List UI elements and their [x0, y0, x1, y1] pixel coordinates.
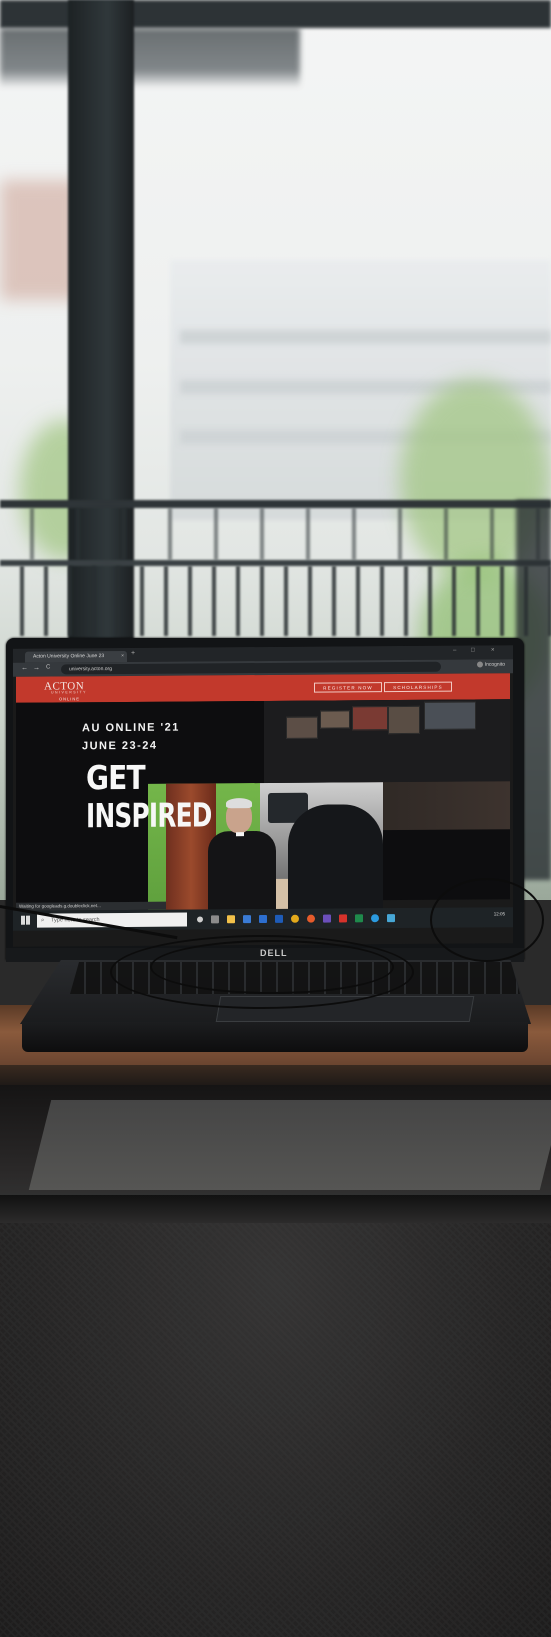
tab-title: Acton University Online June 23: [33, 653, 105, 660]
back-icon[interactable]: ←: [21, 665, 28, 672]
app-icon[interactable]: [387, 914, 395, 923]
hero-tagline-get: GET: [86, 757, 145, 798]
hero-dates: JUNE 23-24: [82, 739, 158, 753]
tab-close-icon[interactable]: ×: [121, 651, 124, 662]
store-icon[interactable]: [243, 915, 251, 924]
chrome-icon[interactable]: [291, 914, 299, 923]
photo-scene: Acton University Online June 23 × + – □ …: [0, 0, 551, 1637]
word-icon[interactable]: [259, 914, 267, 924]
hero-section: AU ONLINE '21 JUNE 23-24 GET INSPIRED: [16, 699, 510, 920]
carpet-texture: [0, 1195, 551, 1637]
camera-operator: [288, 804, 383, 919]
video-collage: [264, 699, 510, 783]
power-cable-loop: [430, 878, 544, 962]
reload-icon[interactable]: C: [46, 664, 50, 670]
collage-thumbnail: [388, 705, 420, 735]
laptop-front-edge: [22, 1022, 528, 1052]
new-tab-icon[interactable]: +: [131, 650, 135, 657]
clerical-collar: [236, 832, 244, 837]
scholarships-label: SCHOLARSHIPS: [393, 684, 443, 691]
cortana-icon[interactable]: [197, 916, 203, 923]
address-text: university.acton.org: [69, 666, 112, 673]
acton-logo-online: ONLINE: [59, 696, 80, 702]
collage-thumbnail: [424, 701, 476, 730]
address-bar[interactable]: university.acton.org: [61, 661, 441, 675]
floor-strip: [28, 1100, 551, 1190]
acton-logo-subtitle: UNIVERSITY: [51, 690, 88, 695]
register-now-button[interactable]: REGISTER NOW: [314, 682, 382, 693]
browser-tab[interactable]: Acton University Online June 23 ×: [25, 650, 127, 663]
firefox-icon[interactable]: [307, 914, 315, 923]
building-window-band: [180, 330, 551, 344]
carpet-edge: [0, 1195, 551, 1223]
maximize-icon[interactable]: □: [471, 648, 475, 654]
hero-headline: AU ONLINE '21: [82, 721, 180, 735]
search-icon: ⌕: [41, 917, 45, 924]
hero-tagline-inspired: INSPIRED: [86, 795, 212, 836]
scholarships-button[interactable]: SCHOLARSHIPS: [384, 681, 452, 693]
minimize-icon[interactable]: –: [453, 648, 456, 654]
close-window-icon[interactable]: ×: [491, 647, 495, 653]
table-edge: [0, 1065, 551, 1085]
register-now-label: REGISTER NOW: [323, 685, 373, 691]
profile-label: Incognito: [484, 661, 505, 668]
file-explorer-icon[interactable]: [227, 915, 235, 924]
profile-avatar-icon: [476, 661, 483, 668]
railing-pattern: [0, 508, 551, 560]
railing-balusters: [0, 566, 551, 636]
collage-thumbnail: [352, 706, 388, 731]
task-view-icon[interactable]: [211, 915, 219, 924]
collage-thumbnail: [320, 710, 350, 729]
site-header: ACTON UNIVERSITY ONLINE REGISTER NOW SCH…: [16, 673, 510, 703]
speaker-hair: [226, 798, 252, 809]
window-frame-shadow: [0, 28, 300, 88]
speaker-figure: [208, 830, 276, 920]
forward-icon[interactable]: →: [33, 665, 40, 672]
profile-button[interactable]: Incognito: [476, 661, 505, 668]
acrobat-icon[interactable]: [339, 914, 347, 923]
outlook-icon[interactable]: [275, 914, 283, 923]
collage-thumbnail: [286, 716, 318, 739]
windows-start-icon[interactable]: [21, 915, 30, 925]
edge-icon[interactable]: [371, 914, 379, 923]
power-cable-loop: [150, 940, 394, 994]
teams-icon[interactable]: [323, 914, 331, 923]
excel-icon[interactable]: [355, 914, 363, 923]
railing-top: [0, 500, 551, 508]
